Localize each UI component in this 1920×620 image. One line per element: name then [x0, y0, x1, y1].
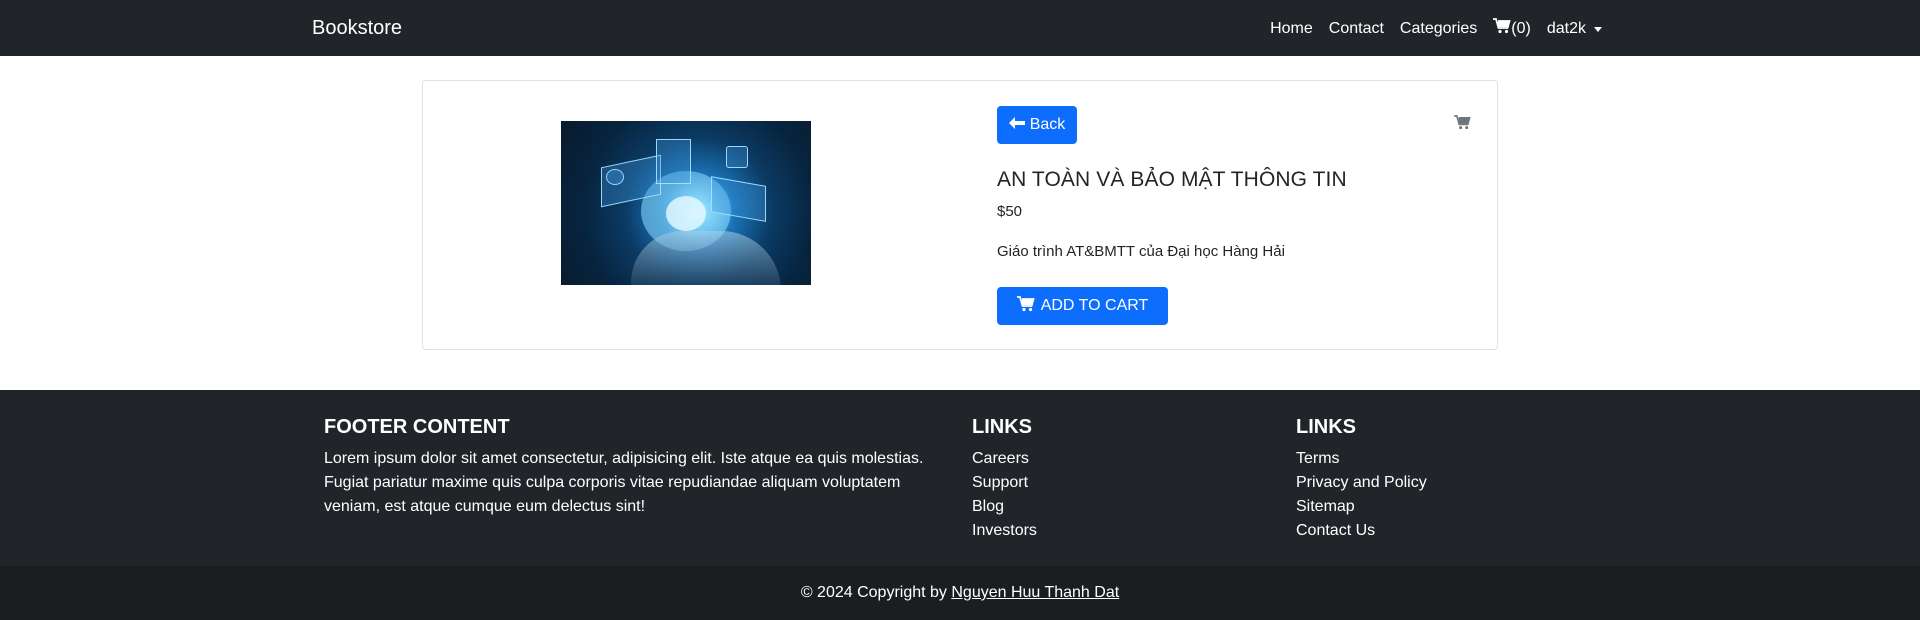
footer-link-sitemap[interactable]: Sitemap: [1296, 498, 1355, 515]
cart-count: (0): [1511, 19, 1531, 37]
footer-content: FOOTER CONTENT Lorem ipsum dolor sit ame…: [324, 416, 934, 519]
footer-link-terms[interactable]: Terms: [1296, 450, 1340, 467]
copyright-bar: © 2024 Copyright by Nguyen Huu Thanh Dat: [0, 566, 1920, 620]
footer-content-title: FOOTER CONTENT: [324, 416, 510, 438]
cart-icon: [1493, 18, 1511, 39]
back-button[interactable]: Back: [997, 106, 1077, 144]
footer-content-text: Lorem ipsum dolor sit amet consectetur, …: [324, 450, 924, 515]
product-image: [561, 121, 811, 285]
brand-link[interactable]: Bookstore: [312, 17, 402, 40]
footer-link-privacy[interactable]: Privacy and Policy: [1296, 474, 1427, 491]
nav-links: Home Contact Categories (0) dat2k: [1270, 18, 1602, 39]
product-title: AN TOÀN VÀ BẢO MẬT THÔNG TIN: [997, 168, 1347, 191]
footer-link-support[interactable]: Support: [972, 474, 1028, 491]
cart-icon[interactable]: [1454, 115, 1471, 135]
footer-links-title: LINKS: [1296, 416, 1356, 438]
navbar: Bookstore Home Contact Categories (0) da…: [0, 0, 1920, 56]
product-description: Giáo trình AT&BMTT của Đại học Hàng Hải: [997, 243, 1285, 260]
caret-down-icon: [1594, 27, 1602, 32]
add-to-cart-label: ADD TO CART: [1040, 297, 1149, 314]
footer-link-investors[interactable]: Investors: [972, 522, 1037, 539]
footer-link-blog[interactable]: Blog: [972, 498, 1004, 515]
footer-link-contact-us[interactable]: Contact Us: [1296, 522, 1375, 539]
copyright-author-link[interactable]: Nguyen Huu Thanh Dat: [951, 584, 1119, 601]
nav-cart[interactable]: (0): [1493, 18, 1531, 39]
footer: FOOTER CONTENT Lorem ipsum dolor sit ame…: [0, 390, 1920, 566]
add-to-cart-button[interactable]: ADD TO CART: [997, 287, 1168, 325]
footer-links-2: LINKS Terms Privacy and Policy Sitemap C…: [1296, 416, 1427, 543]
back-label: Back: [1029, 116, 1066, 133]
product-price: $50: [997, 203, 1023, 220]
user-name: dat2k: [1546, 19, 1586, 37]
footer-links-1: LINKS Careers Support Blog Investors: [972, 416, 1037, 543]
footer-links-title: LINKS: [972, 416, 1032, 438]
nav-contact[interactable]: Contact: [1329, 20, 1384, 38]
footer-link-careers[interactable]: Careers: [972, 450, 1029, 467]
user-dropdown[interactable]: dat2k: [1547, 20, 1602, 38]
copyright-text: © 2024 Copyright by: [800, 584, 952, 601]
product-card: Back AN TOÀN VÀ BẢO MẬT THÔNG TIN $50 Gi…: [422, 80, 1498, 350]
nav-categories[interactable]: Categories: [1400, 20, 1477, 38]
nav-home[interactable]: Home: [1270, 20, 1313, 38]
cart-icon: [1016, 295, 1035, 317]
arrow-left-icon: [1008, 116, 1025, 134]
